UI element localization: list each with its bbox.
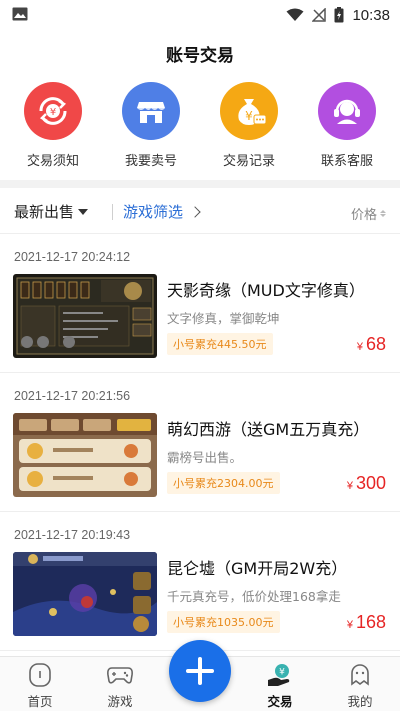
headset-icon (318, 82, 376, 140)
filter-separator (112, 204, 113, 220)
price-value: 168 (355, 612, 386, 632)
svg-text:¥: ¥ (245, 109, 253, 123)
listing-title: 天影奇缘（MUD文字修真） (167, 281, 365, 300)
game-filter-label: 游戏筛选 (123, 203, 184, 221)
listing-date: 2021-12-17 20:24:12 (14, 250, 131, 264)
svg-text:¥: ¥ (279, 668, 285, 678)
profile-face-icon (351, 664, 369, 686)
price-sort-button[interactable]: 价格 (351, 204, 386, 223)
listing-price: ¥300 (347, 473, 386, 494)
gallery-notification-icon (12, 7, 28, 21)
nav-game-label: 游戏 (107, 694, 133, 709)
nav-home[interactable]: 首页 (0, 657, 80, 711)
header: 账号交易 (0, 30, 400, 76)
chevron-right-icon (189, 205, 201, 218)
contact-support-label: 联系客服 (320, 154, 373, 169)
game-filter-button[interactable]: 游戏筛选 (123, 201, 201, 222)
price-value: 300 (355, 473, 386, 493)
nav-trade-label: 交易 (267, 694, 293, 709)
listing-list: 2021-12-17 20:24:12 天影奇缘（MUD文字修真） 文字修真，掌… (0, 234, 400, 651)
recharge-tag: 小号累充2304.00元 (167, 472, 280, 494)
recharge-tag: 小号累充445.50元 (167, 333, 273, 355)
wifi-icon (286, 8, 304, 21)
listing-description: 霸榜号出售。 (167, 450, 243, 465)
price-sort-label: 价格 (350, 208, 377, 223)
listing-thumbnail (13, 552, 157, 636)
trade-notice-button[interactable]: ¥ 交易须知 (7, 82, 99, 178)
clock: 10:38 (352, 6, 390, 24)
listing-price: ¥168 (347, 612, 386, 633)
listing-date: 2021-12-17 20:19:43 (14, 528, 131, 542)
caret-down-icon (78, 208, 89, 215)
filter-bar: 最新出售 游戏筛选 价格 (0, 188, 400, 234)
battery-icon (334, 7, 344, 23)
quick-actions: ¥ 交易须知 我要卖号 ¥ 交易记录 联系客服 (0, 82, 400, 178)
trade-hand-coin-icon: ¥ (268, 664, 290, 686)
listing-thumbnail (13, 274, 157, 358)
listing-date: 2021-12-17 20:21:56 (14, 389, 131, 403)
no-signal-icon (312, 8, 327, 22)
currency-symbol: ¥ (346, 480, 353, 492)
sell-account-button[interactable]: 我要卖号 (105, 82, 197, 178)
trade-records-button[interactable]: ¥ 交易记录 (203, 82, 295, 178)
publish-fab-button[interactable] (169, 640, 231, 702)
listing-description: 千元真充号，低价处理168拿走 (167, 589, 341, 604)
listing-thumbnail (13, 413, 157, 497)
contact-support-button[interactable]: 联系客服 (301, 82, 393, 178)
sort-arrows-icon (380, 210, 386, 217)
nav-trade[interactable]: ¥ 交易 (240, 657, 320, 711)
plus-icon (186, 657, 214, 685)
listing-item[interactable]: 2021-12-17 20:19:43 昆仑墟（GM开局2W充） 千元真充号，低… (0, 512, 400, 651)
currency-symbol: ¥ (356, 341, 363, 353)
listing-price: ¥68 (357, 334, 386, 355)
status-bar: 10:38 (0, 0, 400, 30)
nav-mine[interactable]: 我的 (320, 657, 400, 711)
nav-game[interactable]: 游戏 (80, 657, 160, 711)
nav-home-label: 首页 (27, 694, 53, 709)
nav-mine-label: 我的 (347, 694, 373, 709)
trade-notice-label: 交易须知 (26, 154, 79, 169)
price-value: 68 (365, 334, 386, 354)
shop-icon (122, 82, 180, 140)
listing-title: 萌幻西游（送GM五万真充） (167, 420, 370, 439)
gamepad-icon (107, 667, 133, 684)
money-bag-icon: ¥ (220, 82, 278, 140)
currency-symbol: ¥ (346, 619, 353, 631)
page-title: 账号交易 (166, 45, 234, 66)
section-divider (0, 180, 400, 188)
listing-item[interactable]: 2021-12-17 20:21:56 萌幻西游（送GM五万真充） 霸榜号出售。… (0, 373, 400, 512)
home-icon (29, 663, 51, 687)
listing-title: 昆仑墟（GM开局2W充） (167, 559, 348, 578)
trade-records-label: 交易记录 (222, 154, 275, 169)
listing-item[interactable]: 2021-12-17 20:24:12 天影奇缘（MUD文字修真） 文字修真，掌… (0, 234, 400, 373)
recharge-tag: 小号累充1035.00元 (167, 611, 280, 633)
sell-account-label: 我要卖号 (124, 154, 177, 169)
listing-description: 文字修真，掌御乾坤 (167, 311, 280, 326)
latest-sale-dropdown[interactable]: 最新出售 (14, 201, 89, 222)
trade-notice-icon: ¥ (24, 82, 82, 140)
latest-sale-label: 最新出售 (14, 203, 75, 221)
svg-text:¥: ¥ (50, 107, 56, 118)
